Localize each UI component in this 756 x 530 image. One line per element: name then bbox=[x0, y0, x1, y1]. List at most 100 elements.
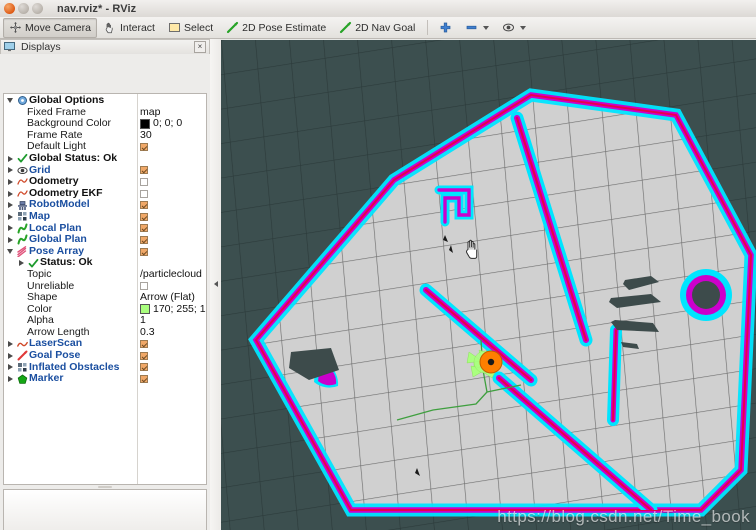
tool-move-camera[interactable]: Move Camera bbox=[3, 17, 97, 38]
tree-row-label: Global Options bbox=[29, 94, 105, 106]
tree-row[interactable]: Odometry bbox=[4, 176, 206, 188]
tree-expand-icon[interactable] bbox=[4, 155, 16, 162]
tree-row[interactable]: Map bbox=[4, 210, 206, 223]
vertical-splitter[interactable] bbox=[210, 39, 221, 530]
tree-row-value[interactable]: 170; 255; 127 bbox=[137, 302, 206, 316]
display-enable-checkbox[interactable] bbox=[140, 143, 148, 152]
displays-panel-header: Displays × bbox=[0, 39, 210, 54]
tool-interact-label: Interact bbox=[119, 21, 155, 34]
tree-row-value-text: 30 bbox=[140, 128, 152, 141]
display-enable-checkbox[interactable] bbox=[140, 212, 148, 221]
tool-2d-pose-estimate[interactable]: 2D Pose Estimate bbox=[220, 18, 332, 38]
displays-panel-close-icon[interactable]: × bbox=[194, 41, 206, 53]
tree-row-value-text: 0; 0; 0 bbox=[153, 117, 183, 130]
tree-collapse-icon[interactable] bbox=[4, 249, 16, 255]
display-enable-checkbox[interactable] bbox=[140, 177, 148, 186]
tree-row-value[interactable] bbox=[137, 95, 140, 107]
display-enable-checkbox[interactable] bbox=[140, 201, 148, 210]
display-enable-checkbox[interactable] bbox=[140, 340, 148, 349]
tree-row[interactable]: Goal Pose bbox=[4, 349, 206, 362]
tree-expand-icon[interactable] bbox=[4, 178, 16, 185]
tree-row-value[interactable] bbox=[137, 234, 148, 246]
tree-expand-icon[interactable] bbox=[4, 202, 16, 209]
tool-interact[interactable]: Interact bbox=[98, 18, 161, 38]
tree-row-value[interactable] bbox=[137, 373, 148, 385]
display-enable-checkbox[interactable] bbox=[140, 224, 148, 233]
tree-collapse-icon[interactable] bbox=[4, 98, 16, 104]
tree-row-value[interactable]: Arrow (Flat) bbox=[137, 291, 195, 304]
tree-row-value-text: Arrow (Flat) bbox=[140, 291, 195, 304]
tree-expand-icon[interactable] bbox=[4, 364, 16, 371]
tree-row-value[interactable] bbox=[137, 141, 148, 153]
display-enable-checkbox[interactable] bbox=[140, 363, 148, 372]
display-enable-checkbox[interactable] bbox=[140, 351, 148, 360]
splitter-handle[interactable] bbox=[212, 279, 219, 288]
color-swatch[interactable] bbox=[140, 118, 150, 129]
tree-row[interactable]: Pose Array bbox=[4, 245, 206, 258]
tree-row[interactable]: Topic/particlecloud bbox=[4, 267, 206, 281]
tree-expand-icon[interactable] bbox=[15, 260, 27, 267]
display-enable-checkbox[interactable] bbox=[140, 247, 148, 256]
tree-row[interactable]: Marker bbox=[4, 373, 206, 385]
render-viewport[interactable]: https://blog.csdn.net/Time_book bbox=[221, 40, 756, 530]
close-button[interactable] bbox=[4, 3, 15, 14]
title-bar: nav.rviz* - RViz bbox=[0, 0, 756, 18]
remove-tool-icon bbox=[465, 21, 478, 34]
tool-select[interactable]: Select bbox=[162, 18, 219, 38]
tree-expand-icon[interactable] bbox=[4, 341, 16, 348]
tree-row-value[interactable] bbox=[137, 188, 148, 200]
tree-row-value[interactable] bbox=[137, 199, 148, 211]
views-chevron-down-icon[interactable] bbox=[520, 25, 527, 30]
tree-row-value[interactable]: /particlecloud bbox=[137, 267, 202, 281]
tree-row-label: Topic bbox=[27, 267, 52, 280]
tree-expand-icon[interactable] bbox=[4, 213, 16, 220]
maximize-button[interactable] bbox=[32, 3, 43, 14]
tree-row-value[interactable] bbox=[137, 153, 140, 165]
tree-expand-icon[interactable] bbox=[4, 236, 16, 243]
minimize-button[interactable] bbox=[18, 3, 29, 14]
displays-panel-icon bbox=[4, 41, 17, 54]
tool-2d-nav-goal[interactable]: 2D Nav Goal bbox=[333, 18, 421, 38]
tree-expand-icon[interactable] bbox=[4, 376, 16, 383]
tree-row-value-text: /particlecloud bbox=[140, 267, 202, 280]
tree-row-value[interactable] bbox=[137, 246, 148, 258]
tree-row-value[interactable] bbox=[137, 350, 148, 362]
tree-row[interactable]: Global Status: Ok bbox=[4, 152, 206, 165]
tree-row-value[interactable] bbox=[137, 176, 148, 188]
tool-remove-display[interactable] bbox=[459, 18, 495, 38]
displays-tree[interactable]: Global Options Fixed Frame map Background C… bbox=[3, 93, 207, 485]
path-icon bbox=[16, 234, 29, 245]
display-enable-checkbox[interactable] bbox=[140, 375, 148, 384]
tree-row-value[interactable]: 0.3 bbox=[137, 326, 155, 339]
posearray-icon bbox=[16, 246, 29, 258]
tree-row-value[interactable]: 30 bbox=[137, 128, 152, 142]
tree-row[interactable]: Global Options bbox=[4, 94, 206, 107]
display-enable-checkbox[interactable] bbox=[140, 282, 148, 291]
displays-panel-title: Displays bbox=[21, 41, 61, 53]
tree-row-value[interactable] bbox=[137, 211, 148, 223]
tree-row[interactable]: Global Plan bbox=[4, 234, 206, 246]
tree-row-value[interactable] bbox=[137, 338, 148, 350]
display-enable-checkbox[interactable] bbox=[140, 189, 148, 198]
tree-row-value[interactable] bbox=[137, 223, 148, 235]
robot-model bbox=[479, 350, 503, 374]
tree-row[interactable]: Shape Arrow (Flat) bbox=[4, 291, 206, 304]
tree-row-value[interactable] bbox=[137, 165, 148, 177]
display-enable-checkbox[interactable] bbox=[140, 235, 148, 244]
display-enable-checkbox[interactable] bbox=[140, 166, 148, 175]
remove-tool-chevron-down-icon[interactable] bbox=[483, 25, 490, 30]
tree-row-value[interactable] bbox=[137, 362, 148, 374]
tree-expand-icon[interactable] bbox=[4, 190, 16, 197]
rviz-window: nav.rviz* - RViz Move Camera Interact Se… bbox=[0, 0, 756, 530]
tree-expand-icon[interactable] bbox=[4, 167, 16, 174]
tree-row-label: Global Plan bbox=[29, 233, 87, 246]
odometry-icon bbox=[16, 176, 29, 187]
tree-expand-icon[interactable] bbox=[4, 225, 16, 232]
tool-views[interactable] bbox=[496, 18, 532, 38]
grid-icon bbox=[16, 165, 29, 176]
tree-expand-icon[interactable] bbox=[4, 352, 16, 359]
add-tool-icon bbox=[439, 21, 452, 34]
color-swatch[interactable] bbox=[140, 304, 150, 315]
tool-add-display[interactable] bbox=[433, 18, 458, 38]
tree-row-value-text: 170; 255; 127 bbox=[153, 302, 206, 315]
